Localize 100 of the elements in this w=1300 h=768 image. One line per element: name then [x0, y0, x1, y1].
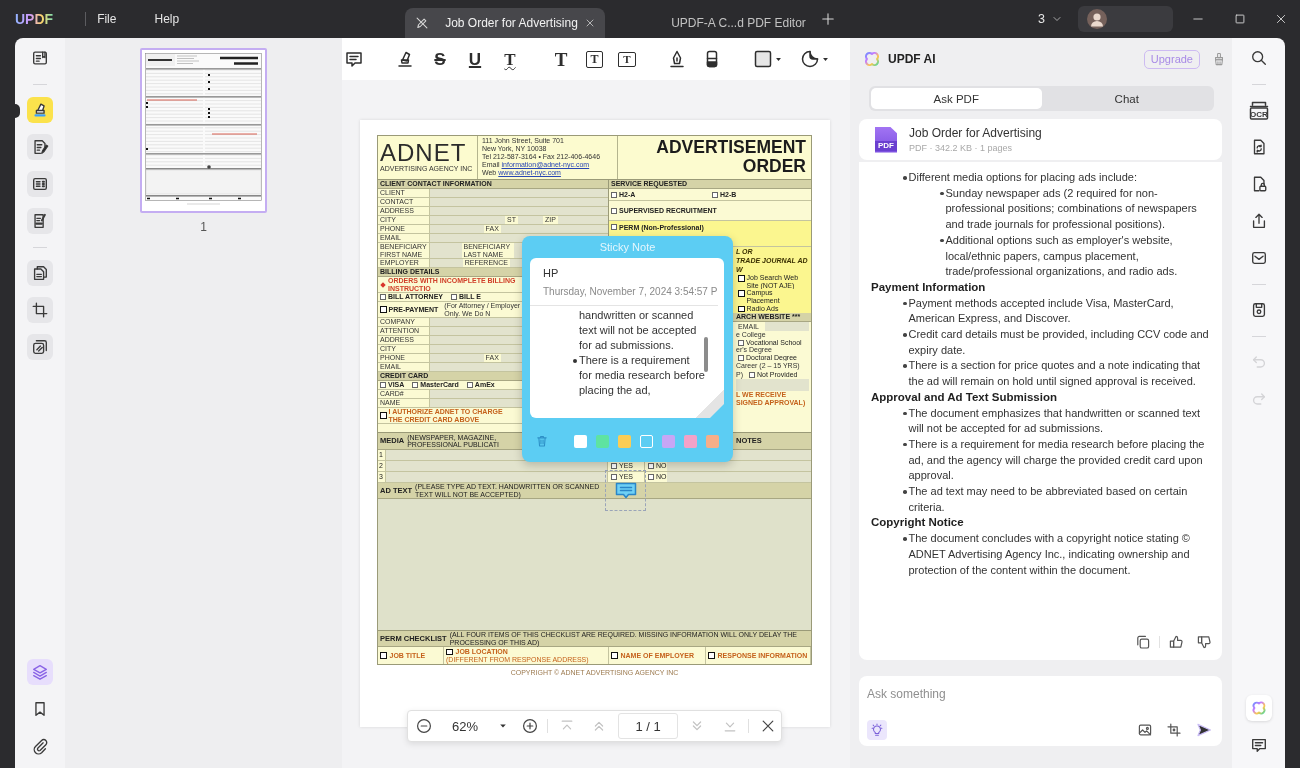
checkbox[interactable] — [738, 354, 744, 361]
copy-icon[interactable] — [1135, 634, 1151, 650]
thumbs-down-icon[interactable] — [1196, 634, 1212, 650]
form-field[interactable] — [667, 472, 811, 482]
checkbox[interactable] — [611, 474, 617, 480]
form-field[interactable] — [557, 216, 608, 224]
close-tab-icon[interactable] — [585, 18, 596, 28]
close-icon[interactable] — [1275, 13, 1287, 25]
checkbox[interactable] — [380, 652, 387, 659]
checkbox[interactable] — [380, 306, 387, 313]
list-panel-icon[interactable] — [27, 171, 53, 197]
checkbox[interactable] — [738, 305, 745, 313]
form-field[interactable] — [736, 379, 809, 391]
caret-icon[interactable] — [775, 55, 782, 63]
checkbox[interactable] — [380, 294, 386, 300]
thumbs-up-icon[interactable] — [1168, 634, 1184, 650]
account-button[interactable] — [1078, 6, 1173, 32]
checkbox[interactable] — [380, 382, 386, 388]
checkbox[interactable] — [446, 648, 453, 655]
checkbox[interactable] — [648, 474, 654, 480]
form-field[interactable] — [430, 216, 506, 224]
screenshot-icon[interactable] — [1166, 722, 1182, 738]
squiggly-underline-button[interactable]: T — [500, 49, 520, 69]
checkbox[interactable] — [412, 382, 419, 388]
checkbox[interactable] — [712, 191, 718, 198]
strikethrough-button[interactable]: S — [430, 49, 450, 69]
tab[interactable]: Ask PDF — [871, 88, 1042, 109]
form-field[interactable] — [430, 225, 484, 233]
annotation-selection[interactable] — [605, 470, 646, 511]
crop-icon[interactable] — [27, 297, 53, 323]
text-box-button[interactable]: T — [586, 50, 603, 68]
tab[interactable]: Chat — [1041, 88, 1212, 109]
form-field[interactable] — [430, 189, 608, 197]
image-icon[interactable] — [1137, 722, 1153, 738]
comment-icon[interactable] — [344, 49, 364, 69]
checkbox[interactable] — [466, 382, 473, 388]
ad-text-field[interactable] — [378, 499, 811, 630]
form-field[interactable] — [667, 461, 811, 471]
checkbox[interactable] — [611, 191, 617, 198]
lightbulb-icon[interactable] — [867, 720, 887, 740]
highlighter-icon[interactable] — [395, 49, 415, 69]
checkbox[interactable] — [611, 207, 617, 214]
stacked-pages-icon[interactable] — [27, 334, 53, 360]
menu-item[interactable]: File — [97, 12, 117, 26]
color-swatch[interactable] — [684, 434, 697, 448]
note-marker-icon[interactable] — [614, 482, 637, 500]
checkbox[interactable] — [738, 339, 744, 346]
form-field[interactable] — [430, 259, 463, 267]
color-swatch[interactable] — [618, 434, 631, 448]
color-swatch[interactable] — [574, 434, 587, 448]
color-swatch[interactable] — [596, 434, 609, 448]
zoom-out-icon[interactable] — [416, 718, 432, 734]
form-field[interactable] — [386, 472, 607, 482]
checkbox[interactable] — [708, 652, 715, 659]
text-button[interactable]: T — [551, 49, 571, 69]
checkbox[interactable] — [738, 275, 745, 282]
document-tab[interactable]: UPDF-A C...d PDF Editor — [605, 8, 806, 38]
checkbox[interactable] — [611, 463, 617, 469]
sidebar-handle-icon[interactable] — [15, 104, 20, 118]
zoom-in-icon[interactable] — [522, 718, 539, 734]
checkbox[interactable] — [749, 371, 755, 378]
pages-icon[interactable] — [27, 260, 53, 286]
form-field[interactable] — [518, 216, 544, 224]
ask-input[interactable]: Ask something — [867, 685, 1212, 703]
underline-button[interactable]: U — [465, 49, 485, 69]
checkbox[interactable] — [380, 412, 387, 419]
zoom-select[interactable]: 62% — [444, 718, 508, 734]
checkbox[interactable] — [648, 463, 654, 469]
form-field[interactable] — [430, 243, 462, 258]
page-thumbnail-drawing[interactable] — [140, 48, 267, 213]
page-field[interactable]: 1 / 1 — [618, 713, 679, 739]
form-field[interactable] — [500, 225, 608, 233]
pen-icon[interactable] — [667, 49, 687, 69]
callout-button[interactable]: T — [618, 51, 636, 67]
layers-icon[interactable] — [27, 659, 53, 685]
highlighter-icon[interactable] — [27, 97, 53, 123]
scrollbar[interactable] — [704, 337, 708, 372]
color-swatch[interactable] — [706, 434, 719, 448]
new-tab-icon[interactable] — [821, 12, 836, 26]
sticker-icon[interactable] — [800, 49, 820, 69]
maximize-icon[interactable] — [1234, 13, 1246, 25]
color-swatch[interactable] — [640, 434, 653, 448]
edit-document-icon[interactable] — [27, 134, 53, 160]
checkbox[interactable] — [450, 294, 457, 300]
checkbox[interactable] — [611, 224, 617, 230]
form-field[interactable] — [430, 354, 484, 362]
form-field[interactable] — [386, 461, 607, 471]
form-sign-icon[interactable] — [27, 208, 53, 234]
form-field[interactable] — [430, 207, 608, 215]
file-card[interactable]: PDF Job Order for Advertising PDF · 342.2 KB · 1 pages — [859, 119, 1222, 160]
menu-item[interactable]: Help — [154, 12, 180, 26]
caret-icon[interactable] — [822, 55, 829, 63]
rectangle-icon[interactable] — [753, 49, 773, 69]
ai-assistant-icon[interactable] — [1245, 695, 1272, 721]
document-tab[interactable]: Job Order for Advertising — [405, 8, 606, 38]
color-swatch[interactable] — [662, 434, 675, 448]
checkbox[interactable] — [738, 290, 745, 297]
count-dropdown[interactable]: 3 — [1038, 12, 1062, 26]
form-field[interactable] — [765, 322, 809, 331]
checkbox[interactable] — [611, 652, 618, 659]
